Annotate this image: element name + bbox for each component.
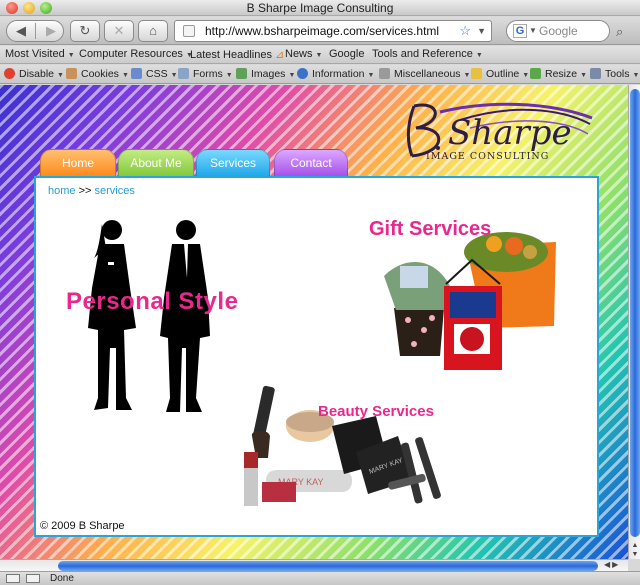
developer-toolbar: Disable ▼ Cookies ▼ CSS ▼ Forms ▼ Images ▼ In… [0, 65, 640, 84]
dev-disable-menu[interactable]: Disable ▼ [4, 68, 64, 80]
gift-baskets-image[interactable] [374, 226, 564, 376]
bookmark-star-icon[interactable]: ☆ [459, 21, 471, 41]
cookie-icon [66, 68, 77, 79]
disable-icon [4, 68, 15, 79]
forward-button[interactable]: ▶ [37, 21, 65, 41]
bookmark-latest-headlines[interactable]: Latest Headlines ⊿ [190, 48, 284, 61]
beauty-cosmetics-image[interactable]: MARY KAY MARY KAY [238, 382, 453, 512]
copyright-footer: © 2009 B Sharpe [40, 520, 125, 532]
search-placeholder: Google [539, 24, 578, 38]
dev-miscellaneous-menu[interactable]: Miscellaneous ▼ [379, 68, 470, 80]
horizontal-scrollbar[interactable]: ◀▶ [0, 559, 628, 571]
dev-outline-menu[interactable]: Outline ▼ [471, 68, 529, 80]
bookmark-computer-resources[interactable]: Computer Resources ▼ [79, 48, 193, 60]
status-bar: Done [0, 571, 640, 585]
close-window-icon[interactable] [6, 2, 18, 14]
google-engine-icon[interactable]: G [513, 24, 527, 38]
bookmark-news[interactable]: News ▼ [285, 48, 322, 60]
dev-tools-menu[interactable]: Tools ▼ [590, 68, 639, 80]
search-input[interactable]: G ▼ Google [506, 20, 610, 42]
status-icon[interactable] [26, 574, 40, 583]
navigation-toolbar: ◀ ▶ ↻ ✕ ⌂ http://www.bsharpeimage.com/se… [0, 17, 640, 45]
horizontal-scroll-thumb[interactable] [58, 561, 598, 571]
personal-style-heading[interactable]: Personal Style [66, 288, 238, 316]
dev-resize-menu[interactable]: Resize ▼ [530, 68, 587, 80]
gift-services-heading[interactable]: Gift Services [369, 218, 491, 241]
dev-cookies-menu[interactable]: Cookies ▼ [66, 68, 129, 80]
breadcrumb-home-link[interactable]: home [48, 185, 76, 197]
address-bar[interactable]: http://www.bsharpeimage.com/services.htm… [174, 20, 492, 42]
scroll-arrows-icon[interactable]: ◀▶ [604, 560, 620, 569]
stop-button[interactable]: ✕ [104, 20, 134, 42]
breadcrumb-services-link[interactable]: services [95, 185, 135, 197]
tab-home[interactable]: Home [40, 149, 116, 177]
chevron-down-icon[interactable]: ▼ [529, 21, 537, 41]
tab-about-me[interactable]: About Me [118, 149, 194, 177]
business-silhouettes-image[interactable] [86, 218, 246, 418]
resize-icon [530, 68, 541, 79]
page-favicon-icon [183, 25, 195, 37]
search-icon[interactable]: ⌕ [616, 24, 630, 39]
logo-tagline: IMAGE CONSULTING [426, 151, 550, 162]
scroll-arrows-icon[interactable]: ▲ ▼ [629, 541, 640, 559]
outline-icon [471, 68, 482, 79]
zoom-window-icon[interactable] [40, 2, 52, 14]
vertical-scroll-thumb[interactable] [630, 89, 640, 537]
reload-button[interactable]: ↻ [70, 20, 100, 42]
tab-contact[interactable]: Contact [274, 149, 348, 177]
dev-css-menu[interactable]: CSS ▼ [131, 68, 178, 80]
rss-icon: ⊿ [275, 49, 285, 61]
minimize-window-icon[interactable] [23, 2, 35, 14]
history-dropdown-icon[interactable]: ▼ [477, 21, 486, 41]
vertical-scrollbar[interactable]: ▲ ▼ [628, 85, 640, 559]
misc-icon [379, 68, 390, 79]
back-button[interactable]: ◀ [7, 21, 35, 41]
wrench-icon [590, 68, 601, 79]
bookmark-most-visited[interactable]: Most Visited ▼ [5, 48, 75, 60]
dev-forms-menu[interactable]: Forms ▼ [178, 68, 233, 80]
divider [35, 23, 36, 39]
dev-images-menu[interactable]: Images ▼ [236, 68, 295, 80]
form-icon [178, 68, 189, 79]
back-forward-buttons: ◀ ▶ [6, 20, 64, 42]
svg-text:Sharpe: Sharpe [448, 113, 572, 153]
image-icon [236, 68, 247, 79]
tab-services[interactable]: Services [196, 149, 270, 177]
status-text: Done [50, 573, 74, 584]
breadcrumb-separator: >> [78, 185, 92, 197]
content-panel: home >> services Personal Style Gift Ser… [34, 176, 599, 537]
status-icon[interactable] [6, 574, 20, 583]
bookmarks-toolbar: Most Visited ▼ Computer Resources ▼ Latest… [0, 46, 640, 64]
info-icon [297, 68, 308, 79]
bookmark-google[interactable]: Google [329, 48, 364, 60]
bookmark-tools-and-reference[interactable]: Tools and Reference ▼ [372, 48, 483, 60]
home-button[interactable]: ⌂ [138, 20, 168, 42]
dev-information-menu[interactable]: Information ▼ [297, 68, 374, 80]
url-text: http://www.bsharpeimage.com/services.htm… [205, 24, 440, 38]
title-bar: B Sharpe Image Consulting [0, 0, 640, 16]
page-viewport: Sharpe IMAGE CONSULTING Home About Me Se… [0, 85, 628, 559]
css-icon [131, 68, 142, 79]
window-title: B Sharpe Image Consulting [246, 1, 394, 15]
breadcrumb: home >> services [48, 185, 135, 197]
beauty-services-heading[interactable]: Beauty Services [318, 403, 434, 420]
